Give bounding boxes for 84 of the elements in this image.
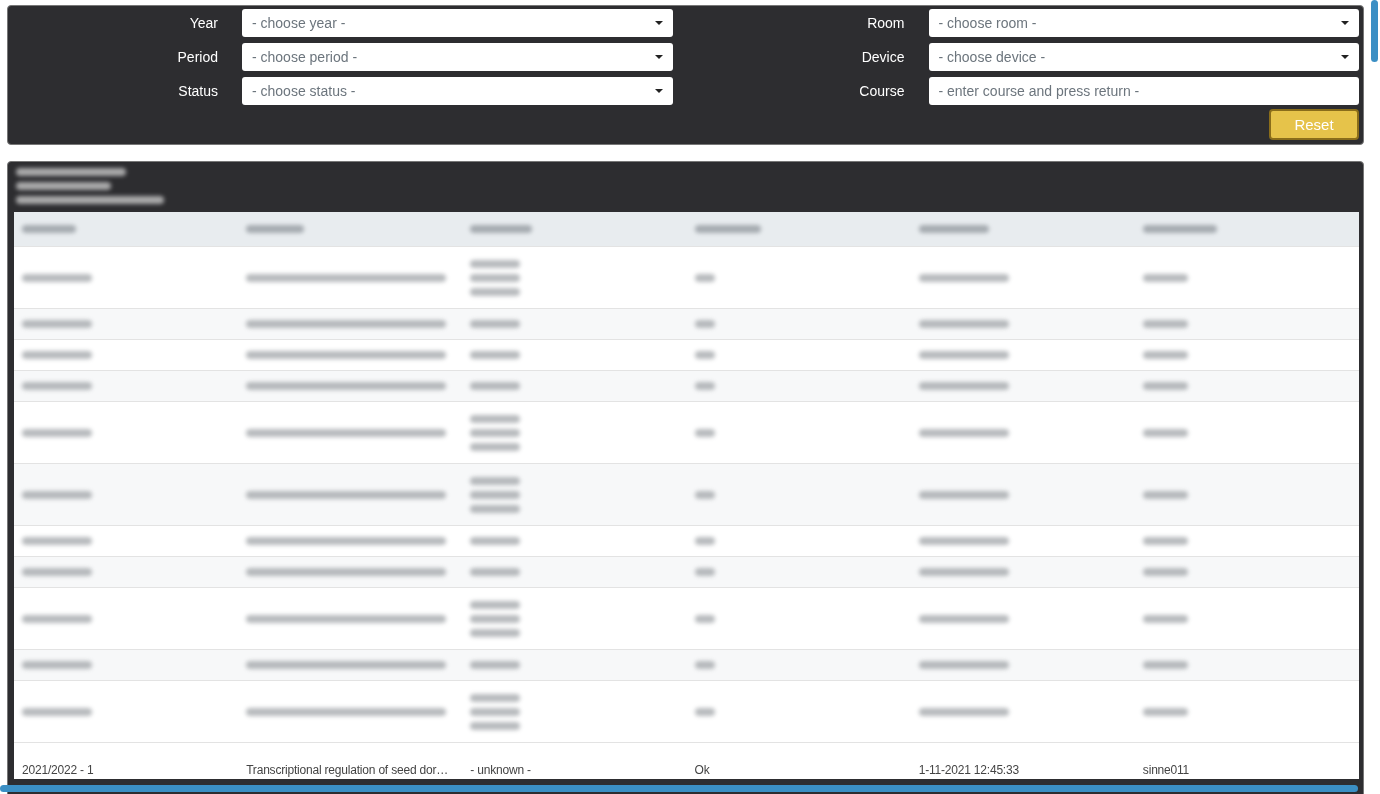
blurred-text bbox=[22, 351, 92, 359]
blurred-text bbox=[694, 707, 715, 716]
blurred-text bbox=[22, 614, 92, 623]
blurred-text bbox=[1142, 568, 1188, 576]
blurred-text bbox=[22, 537, 92, 545]
blurred-text bbox=[694, 382, 715, 390]
table-cell-text: sinne011 bbox=[1142, 763, 1191, 777]
blurred-text bbox=[694, 320, 715, 328]
blurred-text bbox=[22, 273, 92, 282]
blurred-text bbox=[22, 568, 92, 576]
blurred-text bbox=[918, 225, 989, 233]
blurred-text bbox=[1142, 428, 1188, 437]
blurred-text bbox=[470, 707, 521, 716]
blurred-text bbox=[470, 382, 521, 390]
field-label: Course bbox=[858, 83, 905, 99]
scrollbar[interactable] bbox=[0, 785, 1358, 792]
blurred-text bbox=[1142, 537, 1188, 545]
blurred-text bbox=[22, 225, 76, 233]
blurred-text bbox=[694, 568, 715, 576]
caret-icon bbox=[654, 89, 663, 93]
blurred-text bbox=[22, 428, 92, 437]
blurred-text bbox=[470, 537, 521, 545]
blurred-text bbox=[470, 614, 521, 623]
blurred-text bbox=[1142, 614, 1188, 623]
field-label: Device bbox=[860, 49, 905, 65]
blurred-text bbox=[470, 490, 521, 499]
blurred-text bbox=[470, 504, 521, 513]
blurred-text bbox=[1142, 351, 1188, 359]
table-cell-text: 1-11-2021 12:45:33 bbox=[918, 763, 1020, 777]
blurred-text bbox=[470, 287, 521, 296]
field-label: Period bbox=[176, 49, 218, 65]
table-cell-text: 2021/2022 - 1 bbox=[22, 763, 95, 777]
blurred-text bbox=[470, 225, 533, 233]
table-cell-text: Transcriptional regulation of seed dor… bbox=[246, 763, 450, 777]
blurred-text bbox=[470, 351, 521, 359]
blurred-text bbox=[22, 320, 92, 328]
caret-icon bbox=[1341, 55, 1349, 59]
blurred-text bbox=[694, 537, 715, 545]
blurred-text bbox=[1142, 273, 1188, 282]
caret-icon bbox=[1341, 21, 1349, 25]
blurred-text bbox=[22, 490, 92, 499]
select-field[interactable]: - choose status - bbox=[242, 77, 673, 105]
blurred-text bbox=[1142, 490, 1188, 499]
caret-icon bbox=[654, 21, 663, 25]
scrollbar[interactable] bbox=[1371, 0, 1378, 62]
table-cell-text: Ok bbox=[694, 763, 711, 777]
select-field[interactable]: - choose period - bbox=[242, 43, 673, 71]
blurred-text bbox=[470, 628, 521, 637]
blurred-text bbox=[694, 273, 715, 282]
blurred-text bbox=[470, 428, 521, 437]
select-field[interactable]: - choose device - bbox=[928, 43, 1359, 71]
blurred-text bbox=[470, 600, 521, 609]
field-label: Status bbox=[177, 83, 218, 99]
blurred-text bbox=[694, 225, 761, 233]
blurred-text bbox=[470, 476, 521, 485]
blurred-text bbox=[470, 414, 521, 423]
blurred-text bbox=[470, 661, 521, 669]
table-cell-text: - unknown - bbox=[470, 763, 532, 777]
blurred-text bbox=[694, 428, 715, 437]
select-field[interactable]: - choose year - bbox=[242, 9, 673, 37]
blurred-text bbox=[470, 721, 521, 730]
caret-icon bbox=[654, 55, 663, 59]
field-label: Year bbox=[188, 15, 218, 31]
blurred-text bbox=[1142, 661, 1188, 669]
blurred-text bbox=[470, 259, 521, 268]
blurred-text bbox=[470, 442, 521, 451]
blurred-text bbox=[1142, 382, 1188, 390]
blurred-text bbox=[470, 273, 521, 282]
blurred-text bbox=[694, 351, 715, 359]
field-label: Room bbox=[866, 15, 905, 31]
blurred-text bbox=[22, 382, 92, 390]
blurred-text bbox=[470, 568, 521, 576]
blurred-text bbox=[470, 320, 521, 328]
blurred-text bbox=[1142, 320, 1188, 328]
blurred-text bbox=[246, 225, 305, 233]
blurred-text bbox=[1142, 707, 1188, 716]
blurred-text bbox=[694, 490, 715, 499]
input-field[interactable]: - enter course and press return - bbox=[928, 77, 1359, 105]
blurred-text bbox=[694, 661, 715, 669]
blurred-text bbox=[470, 693, 521, 702]
blurred-text bbox=[22, 661, 92, 669]
select-field[interactable]: - choose room - bbox=[928, 9, 1359, 37]
blurred-text bbox=[694, 614, 715, 623]
blurred-text bbox=[22, 707, 92, 716]
